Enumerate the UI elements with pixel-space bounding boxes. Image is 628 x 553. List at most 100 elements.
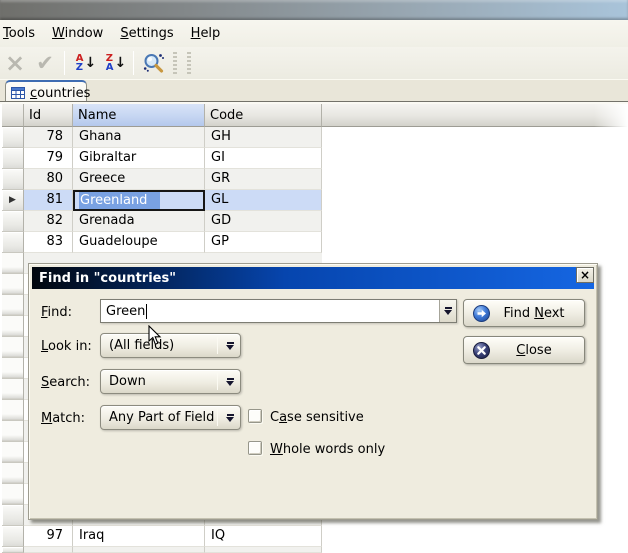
menu-help[interactable]: Help xyxy=(191,26,221,41)
window-titlebar[interactable] xyxy=(0,0,628,20)
dialog-titlebar[interactable]: Find in "countries" xyxy=(32,267,594,289)
row-header[interactable] xyxy=(2,169,24,190)
table-header-row: Id Name Code xyxy=(2,104,628,127)
row-header[interactable] xyxy=(2,211,24,232)
look-in-select[interactable]: (All fields) xyxy=(100,333,241,358)
chevron-down-icon xyxy=(444,307,452,315)
find-combo: Green xyxy=(100,299,457,323)
chevron-down-icon xyxy=(220,414,240,422)
accept-changes-icon: ✔ xyxy=(30,49,60,77)
menu-tools[interactable]: Tools xyxy=(3,26,35,41)
cell-id[interactable]: 80 xyxy=(24,169,73,190)
close-circle-icon xyxy=(473,342,490,359)
find-history-dropdown-button[interactable] xyxy=(439,300,456,322)
whole-words-checkbox[interactable] xyxy=(248,441,262,455)
look-in-label: Look in: xyxy=(41,339,92,354)
cell-name[interactable]: Guadeloupe xyxy=(73,232,205,253)
find-input[interactable]: Green xyxy=(101,300,439,322)
cell-name[interactable]: Iraq xyxy=(73,526,205,547)
cell-name-editing[interactable]: Greenland xyxy=(73,190,205,211)
mouse-cursor xyxy=(148,325,162,350)
cell-code[interactable]: GR xyxy=(205,169,322,190)
toolbar-drag-handle[interactable] xyxy=(187,52,191,74)
cell-name[interactable]: Greece xyxy=(73,169,205,190)
column-header-filler xyxy=(322,104,628,127)
cell-id[interactable]: 83 xyxy=(24,232,73,253)
row-header[interactable] xyxy=(2,232,24,253)
row-header[interactable] xyxy=(2,148,24,169)
cell-code[interactable] xyxy=(205,547,322,553)
cell-name[interactable]: Ghana xyxy=(73,127,205,148)
menubar: Tools Window Settings Help xyxy=(0,20,628,47)
chevron-down-icon xyxy=(220,378,240,386)
menu-window[interactable]: Window xyxy=(52,26,103,41)
cell-id[interactable]: 81 xyxy=(24,190,73,211)
whole-words-label: Whole words only xyxy=(270,442,385,457)
find-next-label: Find Next xyxy=(490,306,584,321)
current-row-arrow-icon: ▶ xyxy=(9,196,16,205)
toolbar: × ✔ AZ ↓ ZA ↓ xyxy=(0,47,628,79)
cell-id[interactable]: 78 xyxy=(24,127,73,148)
cell-code[interactable]: GH xyxy=(205,127,322,148)
header-fade xyxy=(594,104,628,127)
dialog-close-icon[interactable]: × xyxy=(576,267,594,283)
app-window: Tools Window Settings Help × ✔ AZ ↓ ZA ↓ xyxy=(0,0,628,553)
table-row-selected[interactable]: ▶ 81 Greenland GL xyxy=(2,190,322,211)
column-header-code[interactable]: Code xyxy=(205,104,322,127)
find-next-icon xyxy=(473,305,490,322)
close-label: Close xyxy=(490,343,584,358)
match-select[interactable]: Any Part of Field xyxy=(100,405,241,430)
column-header-id[interactable]: Id xyxy=(24,104,73,127)
cell-code[interactable]: GL xyxy=(205,190,322,211)
cell-name[interactable]: Gibraltar xyxy=(73,148,205,169)
search-direction-select[interactable]: Down xyxy=(100,369,241,394)
match-label: Match: xyxy=(41,411,85,426)
cell-name[interactable] xyxy=(73,547,205,553)
find-dialog: Find in "countries" × Find: Green Look i… xyxy=(28,263,598,520)
find-button[interactable] xyxy=(138,49,168,77)
sort-ascending-button[interactable]: AZ ↓ xyxy=(69,49,99,77)
cell-id[interactable]: 79 xyxy=(24,148,73,169)
table-grid-icon xyxy=(11,87,25,99)
menu-settings[interactable]: Settings xyxy=(120,26,173,41)
toolbar-separator xyxy=(133,51,134,75)
cell-code[interactable]: GP xyxy=(205,232,322,253)
dropdown-separator xyxy=(217,373,218,390)
toolbar-separator xyxy=(64,51,65,75)
find-next-button[interactable]: Find Next xyxy=(463,299,585,327)
table-row[interactable]: 82 Grenada GD xyxy=(2,211,322,232)
cell-code[interactable]: GD xyxy=(205,211,322,232)
row-header-current[interactable]: ▶ xyxy=(2,190,24,211)
text-caret xyxy=(146,304,147,319)
cell-id[interactable]: 82 xyxy=(24,211,73,232)
search-label: Search: xyxy=(41,375,90,390)
table-row[interactable]: 78 Ghana GH xyxy=(2,127,322,148)
cell-id[interactable]: 97 xyxy=(24,526,73,547)
close-button[interactable]: Close xyxy=(463,336,585,364)
covered-row-headers xyxy=(2,253,24,505)
cell-id[interactable] xyxy=(24,547,73,553)
table-row-partial[interactable] xyxy=(2,547,322,553)
find-label: Find: xyxy=(41,305,72,320)
cell-code[interactable]: GI xyxy=(205,148,322,169)
row-header[interactable] xyxy=(2,526,24,547)
table-row[interactable]: 80 Greece GR xyxy=(2,169,322,190)
dropdown-separator xyxy=(217,409,218,426)
tab-label: countries xyxy=(30,86,90,101)
row-header[interactable] xyxy=(2,547,24,553)
column-header-name[interactable]: Name xyxy=(73,104,205,127)
sort-descending-button[interactable]: ZA ↓ xyxy=(99,49,129,77)
table-row[interactable]: 83 Guadeloupe GP xyxy=(2,232,322,253)
magnifier-icon xyxy=(142,52,165,75)
table-row[interactable]: 97 Iraq IQ xyxy=(2,526,322,547)
cell-name[interactable]: Grenada xyxy=(73,211,205,232)
table-corner-header xyxy=(2,104,24,127)
case-sensitive-checkbox[interactable] xyxy=(248,409,262,423)
row-header[interactable] xyxy=(2,505,24,526)
cell-code[interactable]: IQ xyxy=(205,526,322,547)
row-header[interactable] xyxy=(2,127,24,148)
toolbar-drag-handle[interactable] xyxy=(173,52,177,74)
table-row[interactable]: 79 Gibraltar GI xyxy=(2,148,322,169)
case-sensitive-label: Case sensitive xyxy=(270,410,364,425)
selected-text: Greenland xyxy=(79,192,160,209)
